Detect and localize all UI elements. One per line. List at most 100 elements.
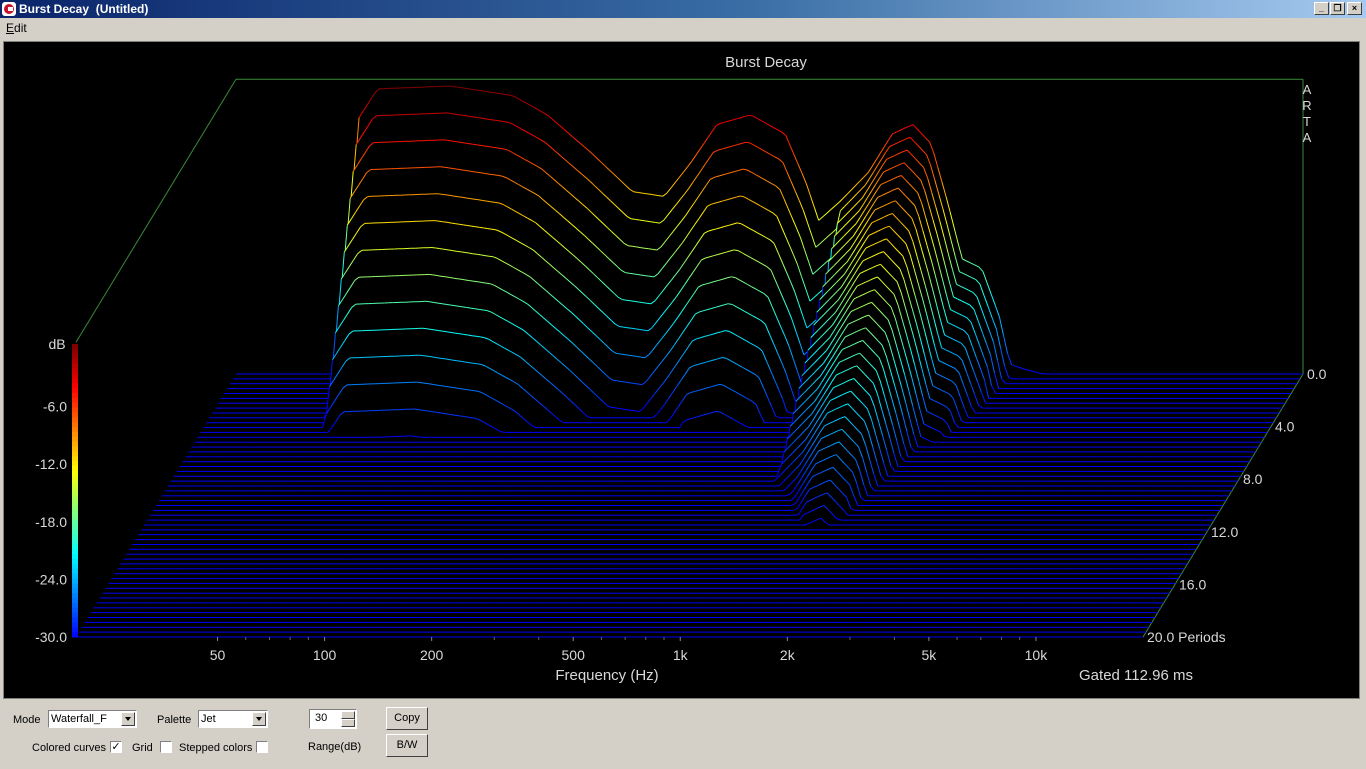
- slice-segment: [642, 275, 646, 276]
- slice-segment: [490, 92, 494, 93]
- slice-segment: [488, 119, 492, 120]
- slice-segment: [638, 384, 642, 385]
- slice-segment: [441, 167, 445, 168]
- slice-segment: [458, 388, 462, 389]
- slice-segment: [646, 276, 650, 277]
- slice-segment: [449, 277, 453, 278]
- slice-segment: [499, 93, 503, 94]
- slice-segment: [447, 332, 451, 333]
- slice-segment: [638, 193, 642, 194]
- slice-segment: [450, 387, 454, 388]
- slice-segment: [486, 92, 490, 93]
- slice-segment: [437, 385, 441, 386]
- slice-segment: [501, 149, 505, 150]
- slice-segment: [454, 388, 458, 389]
- slice-segment: [470, 281, 474, 282]
- slice-segment: [464, 143, 468, 144]
- slice-segment: [476, 336, 480, 337]
- frame-left-top-diagonal: [76, 79, 236, 342]
- slice-segment: [629, 273, 633, 274]
- slice-segment: [464, 334, 468, 335]
- slice-segment: [634, 192, 638, 193]
- slice-segment: [473, 363, 477, 364]
- slice-segment: [471, 117, 475, 118]
- slice-segment: [458, 87, 462, 88]
- slice-segment: [442, 304, 446, 305]
- slice-segment: [415, 436, 419, 437]
- slice-segment: [465, 362, 469, 363]
- slice-segment: [456, 251, 460, 252]
- slice-segment: [472, 226, 476, 227]
- slice-segment: [495, 202, 499, 203]
- slice-segment: [454, 87, 458, 88]
- slice-segment: [638, 275, 642, 276]
- slice-segment: [632, 328, 636, 329]
- slice-segment: [466, 198, 470, 199]
- slice-segment: [430, 302, 434, 303]
- slice-segment: [459, 115, 463, 116]
- slice-segment: [462, 389, 466, 390]
- slice-segment: [452, 333, 456, 334]
- slice-segment: [463, 416, 467, 417]
- slice-segment: [435, 221, 439, 222]
- slice-segment: [493, 147, 497, 148]
- slice-segment: [474, 391, 478, 392]
- slice-segment: [432, 357, 436, 358]
- slice-segment: [467, 226, 471, 227]
- slice-segment: [445, 277, 449, 278]
- slice-segment: [472, 144, 476, 145]
- slice-segment: [457, 279, 461, 280]
- slice-segment: [482, 91, 486, 92]
- slice-segment: [444, 249, 448, 250]
- slice-segment: [446, 195, 450, 196]
- slice-segment: [447, 414, 451, 415]
- slice-segment: [471, 308, 475, 309]
- slice-segment: [473, 254, 477, 255]
- waterfall-slices: [76, 86, 1303, 637]
- slice-segment: [448, 250, 452, 251]
- slice-segment: [467, 116, 471, 117]
- slice-segment: [656, 223, 660, 224]
- slice-segment: [470, 390, 474, 391]
- plot-area[interactable]: Burst DecayARTA501002005001k2k5k10kFrequ…: [3, 41, 1360, 699]
- slice-segment: [426, 301, 430, 302]
- slice-segment: [452, 141, 456, 142]
- slice-segment: [456, 333, 460, 334]
- slice-segment: [492, 120, 496, 121]
- slice-segment: [479, 309, 483, 310]
- slice-segment: [475, 117, 479, 118]
- slice-segment: [635, 411, 639, 412]
- slice-segment: [635, 301, 639, 302]
- slice-segment: [487, 201, 491, 202]
- slice-segment: [643, 221, 647, 222]
- slice-segment: [437, 276, 441, 277]
- slice-segment: [473, 172, 477, 173]
- slice-segment: [625, 273, 629, 274]
- slice-segment: [636, 329, 640, 330]
- slice-segment: [460, 252, 464, 253]
- slice-segment: [454, 196, 458, 197]
- slice-segment: [610, 407, 614, 408]
- slice-segment: [422, 410, 426, 411]
- burst-decay-chart[interactable]: Burst DecayARTA501002005001k2k5k10kFrequ…: [1, 1, 1366, 769]
- slice-segment: [466, 390, 470, 391]
- slice-segment: [475, 199, 479, 200]
- slice-segment: [489, 256, 493, 257]
- slice-segment: [477, 172, 481, 173]
- slice-segment: [427, 329, 431, 330]
- slice-segment: [626, 382, 630, 383]
- slice-segment: [613, 380, 617, 381]
- slice-segment: [486, 283, 490, 284]
- slice-segment: [431, 329, 435, 330]
- slice-segment: [627, 410, 631, 411]
- slice-segment: [616, 353, 620, 354]
- slice-segment: [633, 356, 637, 357]
- slice-segment: [459, 416, 463, 417]
- slice-segment: [459, 306, 463, 307]
- slice-segment: [497, 148, 501, 149]
- slice-segment: [488, 229, 492, 230]
- slice-segment: [623, 409, 627, 410]
- slice-segment: [438, 303, 442, 304]
- slice-segment: [455, 114, 459, 115]
- slice-segment: [453, 169, 457, 170]
